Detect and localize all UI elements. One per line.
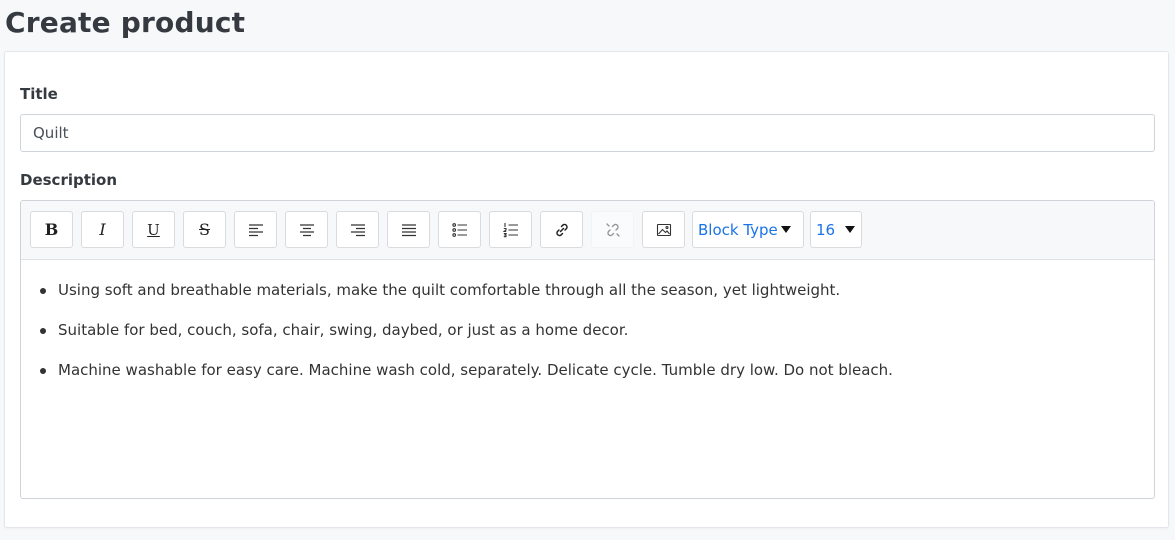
italic-icon: I — [99, 220, 106, 239]
bullet-list-icon — [451, 222, 467, 237]
list-item: Machine washable for easy care. Machine … — [40, 360, 1138, 380]
image-icon — [656, 223, 671, 236]
link-icon — [555, 223, 568, 236]
align-right-button[interactable] — [336, 211, 379, 248]
font-size-label: 16 — [816, 220, 836, 239]
align-justify-icon — [401, 223, 416, 236]
align-center-button[interactable] — [285, 211, 328, 248]
product-form-card: Title Description B I U S — [4, 51, 1169, 528]
bold-button[interactable]: B — [30, 211, 73, 248]
list-item: Using soft and breathable materials, mak… — [40, 280, 1138, 300]
title-label: Title — [20, 85, 58, 103]
underline-icon: U — [147, 220, 160, 239]
unordered-list-button[interactable] — [438, 211, 481, 248]
block-type-label: Block Type — [698, 220, 778, 239]
link-button[interactable] — [540, 211, 583, 248]
editor-content[interactable]: Using soft and breathable materials, mak… — [21, 260, 1154, 400]
numbered-list-icon — [502, 222, 518, 237]
align-center-icon — [299, 223, 314, 236]
align-right-icon — [350, 223, 365, 236]
ordered-list-button[interactable] — [489, 211, 532, 248]
editor-toolbar: B I U S Block Type 16 — [21, 201, 1154, 260]
font-size-select[interactable]: 16 — [810, 211, 862, 248]
list-item: Suitable for bed, couch, sofa, chair, sw… — [40, 320, 1138, 340]
unlink-button[interactable] — [591, 211, 634, 248]
align-left-button[interactable] — [234, 211, 277, 248]
title-input[interactable] — [20, 114, 1155, 152]
align-left-icon — [248, 223, 263, 236]
strikethrough-button[interactable]: S — [183, 211, 226, 248]
underline-button[interactable]: U — [132, 211, 175, 248]
bullet-list: Using soft and breathable materials, mak… — [40, 280, 1138, 380]
page-title: Create product — [5, 6, 246, 39]
description-editor: B I U S Block Type 16 Using soft and bre… — [20, 200, 1155, 499]
italic-button[interactable]: I — [81, 211, 124, 248]
strikethrough-icon: S — [199, 220, 210, 239]
align-justify-button[interactable] — [387, 211, 430, 248]
image-button[interactable] — [642, 211, 685, 248]
block-type-select[interactable]: Block Type — [692, 211, 804, 248]
unlink-icon — [605, 222, 620, 237]
chevron-down-icon — [781, 226, 791, 233]
description-label: Description — [20, 171, 118, 189]
chevron-down-icon — [845, 226, 855, 233]
bold-icon: B — [44, 220, 59, 239]
